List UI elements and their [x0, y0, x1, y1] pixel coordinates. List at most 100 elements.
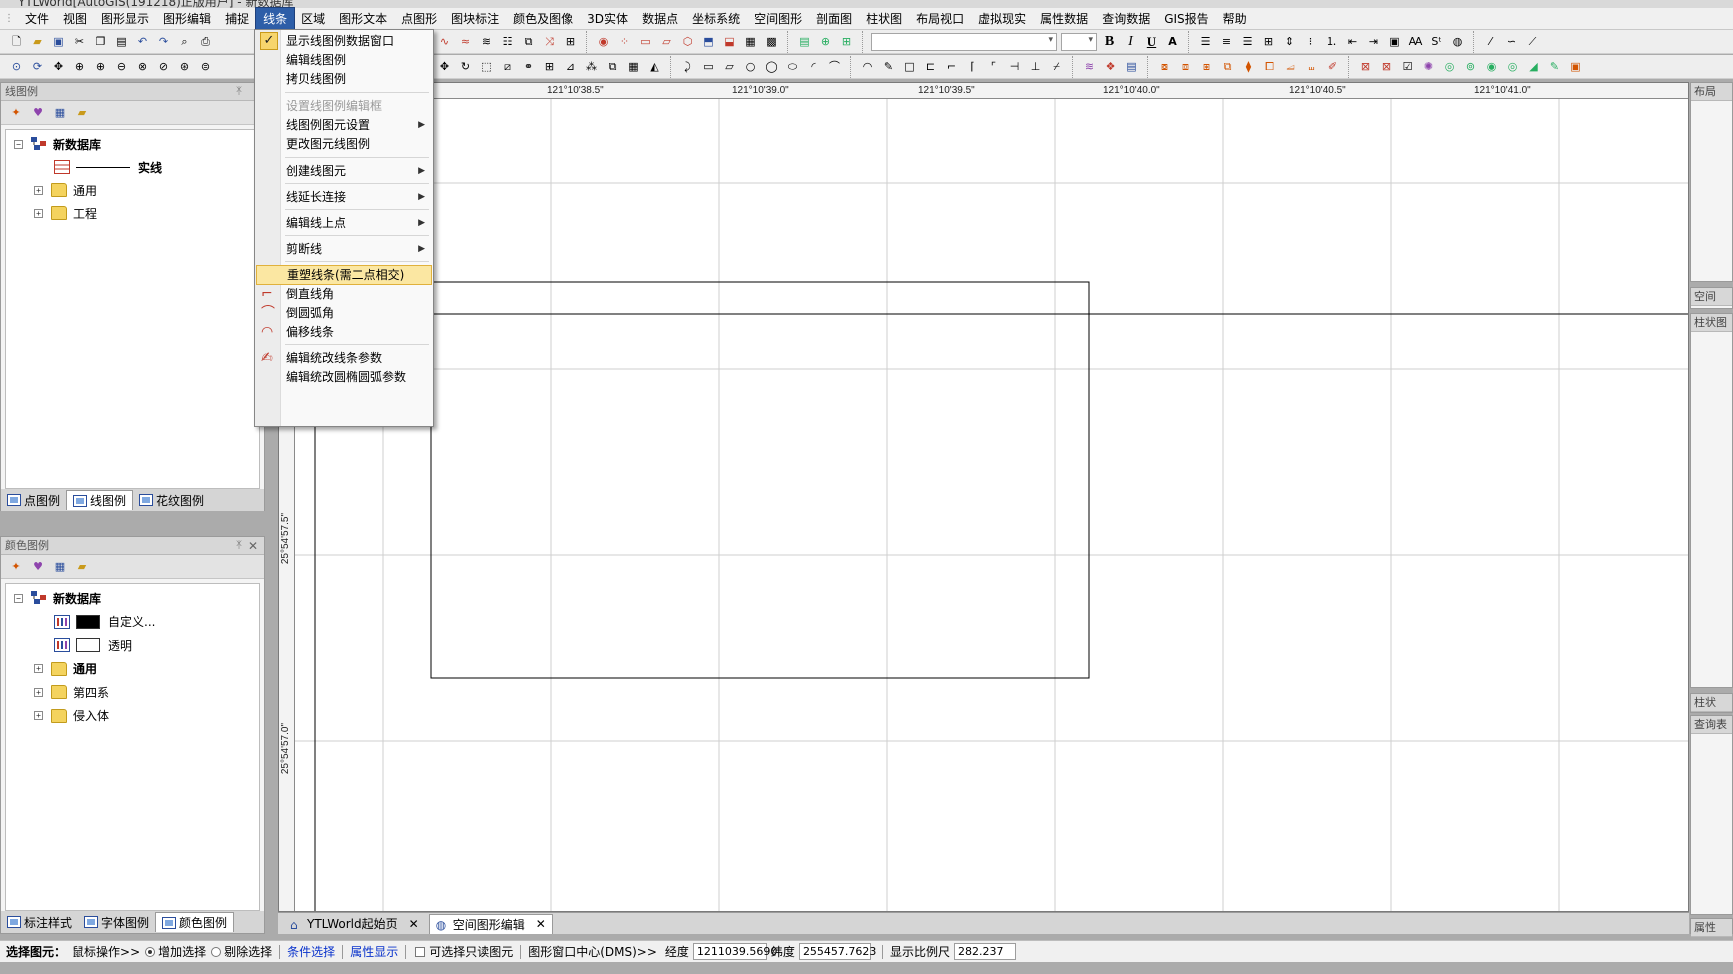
- legend-favorite-icon[interactable]: ♥: [28, 104, 48, 122]
- line-spacing-icon[interactable]: ⇕: [1280, 32, 1299, 51]
- dropdown-item-1[interactable]: 编辑线图例: [256, 50, 432, 70]
- zoom-in-icon[interactable]: ⊕: [91, 57, 110, 76]
- add-select-label[interactable]: 增加选择: [158, 943, 206, 960]
- menu-18[interactable]: 虚拟现实: [971, 8, 1033, 29]
- line-style-icon[interactable]: ☷: [498, 32, 517, 51]
- tab-color-legend[interactable]: 颜色图例: [155, 912, 235, 932]
- attr-display-link[interactable]: 属性显示: [350, 943, 398, 960]
- outdent-icon[interactable]: ⇤: [1343, 32, 1362, 51]
- ring-icon[interactable]: ◎: [1440, 57, 1459, 76]
- block-group-icon[interactable]: ⧫: [1239, 57, 1258, 76]
- doc-tab-1[interactable]: ◍ 空间图形编辑 ✕: [428, 913, 553, 934]
- hide-icon[interactable]: ⊠: [1356, 57, 1375, 76]
- line-edit-icon[interactable]: ⤨: [540, 32, 559, 51]
- tab-line-legend[interactable]: 线图例: [66, 490, 134, 510]
- tree-node[interactable]: − 新数据库: [14, 134, 101, 154]
- tab-point-legend[interactable]: 点图例: [1, 490, 66, 510]
- dropdown-item-2[interactable]: 拷贝线图例: [256, 69, 432, 89]
- right-panel-5[interactable]: 属性: [1690, 918, 1733, 937]
- line-props-icon[interactable]: ⊞: [561, 32, 580, 51]
- circle-center-icon[interactable]: ◯: [762, 57, 781, 76]
- dropdown-item-15[interactable]: 编辑统改圆椭圆弧参数: [256, 367, 432, 387]
- close-tab-icon[interactable]: ✕: [409, 917, 419, 931]
- corner-icon[interactable]: ⌜: [984, 57, 1003, 76]
- menu-3[interactable]: 图形编辑: [156, 8, 218, 29]
- poly-region-icon[interactable]: ▱: [657, 32, 676, 51]
- dropdown-item-0[interactable]: 显示线图例数据窗口 ✓: [256, 31, 432, 51]
- layer-add-icon[interactable]: ⊕: [816, 32, 835, 51]
- tree-node[interactable]: + 工程: [34, 203, 97, 223]
- rings-icon[interactable]: ⊚: [1461, 57, 1480, 76]
- scale-icon[interactable]: ⬚: [477, 57, 496, 76]
- rotate-icon[interactable]: ↻: [456, 57, 475, 76]
- legend-table-icon[interactable]: ▦: [50, 558, 70, 576]
- dropdown-item-6[interactable]: 创建线图元 ▶: [256, 161, 432, 181]
- check-icon[interactable]: ☑: [1398, 57, 1417, 76]
- circle-icon[interactable]: ○: [741, 57, 760, 76]
- dropdown-item-14[interactable]: 编辑统改线条参数 ✍: [256, 348, 432, 368]
- break-icon[interactable]: ⌿: [1047, 57, 1066, 76]
- readonly-select-label[interactable]: 可选择只读图元: [429, 943, 513, 960]
- dropdown-item-8[interactable]: 编辑线上点 ▶: [256, 213, 432, 233]
- right-panel-1[interactable]: 空间: [1690, 287, 1733, 309]
- align-center-icon[interactable]: ≡: [1217, 32, 1236, 51]
- add-select-radio[interactable]: [145, 946, 156, 957]
- pan-icon[interactable]: ✥: [49, 57, 68, 76]
- expand-icon[interactable]: +: [34, 664, 43, 673]
- zoom-all-icon[interactable]: ⊗: [133, 57, 152, 76]
- remove-select-label[interactable]: 剔除选择: [224, 943, 272, 960]
- triangle-icon[interactable]: ◢: [1524, 57, 1543, 76]
- text-style-icon[interactable]: Ꜳ: [1406, 32, 1425, 51]
- arc-icon[interactable]: ◜: [804, 57, 823, 76]
- bullets-icon[interactable]: ⁝: [1301, 32, 1320, 51]
- block-copy-icon[interactable]: ⧈: [1176, 57, 1195, 76]
- fillet-icon[interactable]: ⌐: [942, 57, 961, 76]
- font-color-icon[interactable]: A: [1163, 32, 1182, 51]
- layer-colors-icon[interactable]: ❖: [1101, 57, 1120, 76]
- trim-icon[interactable]: ⊥: [1026, 57, 1045, 76]
- menu-2[interactable]: 图形显示: [94, 8, 156, 29]
- remove-select-radio[interactable]: [211, 946, 222, 957]
- right-panel-3[interactable]: 柱状: [1690, 693, 1733, 713]
- offset-icon[interactable]: ◠: [858, 57, 877, 76]
- refresh-icon[interactable]: ⟳: [28, 57, 47, 76]
- block-attr-icon[interactable]: ⧡: [1281, 57, 1300, 76]
- doc-tab-0[interactable]: ⌂ YTLWorld起始页 ✕: [284, 914, 425, 934]
- tree-node[interactable]: 自定义...: [54, 612, 155, 632]
- tree-node[interactable]: 实线: [54, 157, 162, 177]
- measure-icon[interactable]: ⊿: [561, 57, 580, 76]
- menu-7[interactable]: 图形文本: [332, 8, 394, 29]
- dropdown-item-4[interactable]: 线图例图元设置 ▶: [256, 115, 432, 135]
- font-name-select[interactable]: [871, 32, 1057, 51]
- right-panel-0[interactable]: 布局: [1690, 82, 1733, 282]
- readonly-select-checkbox[interactable]: [415, 946, 426, 957]
- legend-folder-icon[interactable]: ▰: [72, 104, 92, 122]
- menu-5[interactable]: 线条: [255, 7, 296, 30]
- expand-icon[interactable]: +: [34, 185, 43, 195]
- numbering-icon[interactable]: ⒈: [1322, 32, 1341, 51]
- block-update-icon[interactable]: ⧢: [1302, 57, 1321, 76]
- border-icon[interactable]: ⊞: [1259, 32, 1278, 51]
- paste-icon[interactable]: ▤: [112, 32, 131, 51]
- block-insert-icon[interactable]: ⧇: [1155, 57, 1174, 76]
- color-wheel-icon[interactable]: ✺: [1419, 57, 1438, 76]
- menu-8[interactable]: 点图形: [394, 8, 444, 29]
- freehand-icon[interactable]: ∽: [1502, 32, 1521, 51]
- tree-node[interactable]: + 通用: [34, 180, 97, 200]
- mirror-icon[interactable]: ◭: [645, 57, 664, 76]
- menu-15[interactable]: 剖面图: [809, 8, 859, 29]
- cut-icon[interactable]: ✂: [70, 32, 89, 51]
- undo-icon[interactable]: ↶: [133, 32, 152, 51]
- menu-20[interactable]: 查询数据: [1095, 8, 1157, 29]
- dropdown-item-11[interactable]: 倒直线角 ⌐: [256, 284, 432, 304]
- link-icon[interactable]: ⚭: [519, 57, 538, 76]
- menu-22[interactable]: 帮助: [1216, 8, 1254, 29]
- grid-icon[interactable]: ▩: [762, 32, 781, 51]
- menu-6[interactable]: 区域: [294, 8, 332, 29]
- chamfer-icon[interactable]: ⌈: [963, 57, 982, 76]
- menu-0[interactable]: 文件: [18, 8, 56, 29]
- collapse-icon[interactable]: −: [14, 593, 23, 603]
- tree-node[interactable]: − 新数据库: [14, 588, 101, 608]
- spline-icon[interactable]: ≈: [456, 32, 475, 51]
- menu-1[interactable]: 视图: [56, 8, 94, 29]
